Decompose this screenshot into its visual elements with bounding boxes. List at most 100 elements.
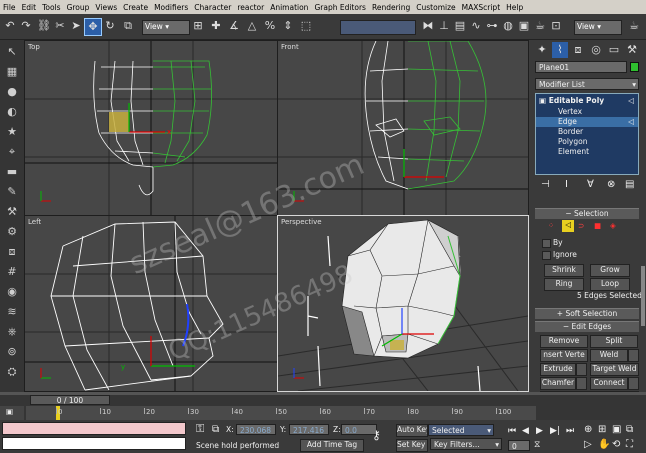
split-button[interactable]: Split [590,335,638,348]
connect-button[interactable]: Connect [590,377,628,390]
pen-icon[interactable]: ✎ [4,184,20,200]
connect-settings-button[interactable] [628,377,639,390]
edit-edges-rollout-header[interactable]: − Edit Edges [535,321,639,332]
grow-button[interactable]: Grow [590,264,630,277]
menu-views[interactable]: Views [92,3,120,12]
maxscript-listener-bottom[interactable] [2,437,186,450]
align-icon[interactable]: ⊥ [436,18,452,34]
stack-item-edge[interactable]: Edge [536,117,638,127]
absolute-mode-icon[interactable]: ⧉ [212,424,219,435]
select-object-icon[interactable]: ➤ [68,18,84,34]
target-weld-button[interactable]: Target Weld [590,363,639,376]
menu-animation[interactable]: Animation [267,3,311,12]
extrude-button[interactable]: Extrude [540,363,576,376]
select-move-icon[interactable]: ✥ [84,18,102,36]
sphere-icon[interactable]: ● [4,84,20,100]
hierarchy-icon[interactable]: ⧈ [4,244,20,260]
pointer-icon[interactable]: ↖ [4,44,20,60]
layer-manager-icon[interactable]: ▤ [452,18,468,34]
box-icon[interactable]: ▦ [4,64,20,80]
menu-customize[interactable]: Customize [413,3,458,12]
stack-item-vertex[interactable]: Vertex [558,107,582,116]
space-warp-icon[interactable]: ≋ [4,304,20,320]
named-selection-icon[interactable]: ⬚ [298,18,314,34]
ignore-backfacing-checkbox[interactable] [542,251,551,260]
loop-button[interactable]: Loop [590,278,630,291]
next-frame-icon[interactable]: ▶| [550,426,560,436]
modify-tab-icon[interactable]: ⌇ [552,42,568,58]
border-mode-icon[interactable]: ⊃ [578,221,584,230]
quick-render-icon[interactable]: ☕ [532,18,548,34]
go-to-start-icon[interactable]: ⏮ [508,426,516,436]
remove-button[interactable]: Remove [540,335,588,348]
insert-vertex-button[interactable]: nsert Verte [540,349,588,362]
modifier-list-dropdown[interactable]: Modifier List ▾ [535,78,639,90]
pivot-center-icon[interactable]: ⊞ [190,18,206,34]
element-mode-icon[interactable]: ◈ [610,221,616,230]
light-icon[interactable]: ◐ [4,104,20,120]
helper-icon[interactable]: ⌖ [4,144,20,160]
system-icon[interactable]: ⎈ [4,324,20,340]
time-slider[interactable]: 0 / 100 [30,395,110,405]
selection-rollout-header[interactable]: − Selection [535,208,639,219]
configure-sets-icon[interactable]: ▤ [625,179,634,190]
field-of-view-icon[interactable]: ▷ [584,439,592,450]
x-coordinate-input[interactable]: 230.068 [236,424,276,435]
gear-icon[interactable]: ⚙ [4,224,20,240]
display-tab-icon[interactable]: ▭ [606,42,622,58]
lock-selection-icon[interactable]: ⚿ [196,422,204,436]
maxscript-listener-top[interactable] [2,422,186,435]
menu-create[interactable]: Create [120,3,151,12]
menu-help[interactable]: Help [503,3,526,12]
menu-reactor[interactable]: reactor [234,3,267,12]
show-end-result-icon[interactable]: Ⅰ [565,179,568,190]
make-unique-icon[interactable]: ∀ [587,179,594,190]
auto-key-button[interactable]: Auto Key [396,424,428,437]
select-manipulate-icon[interactable]: ✚ [208,18,224,34]
hierarchy-tab-icon[interactable]: ⧈ [570,42,586,58]
stack-item-element[interactable]: Element [558,147,589,156]
utilities-tab-icon[interactable]: ⚒ [624,42,640,58]
ring-button[interactable]: Ring [544,278,584,291]
grid-icon[interactable]: # [4,264,20,280]
key-filters-button[interactable]: Key Filters... ▾ [430,438,502,450]
menu-graph-editors[interactable]: Graph Editors [311,3,369,12]
key-selection-dropdown[interactable]: Selected ▾ [428,424,494,436]
menu-modifiers[interactable]: Modifiers [151,3,191,12]
undo-icon[interactable]: ↶ [2,18,18,34]
viewport-label-front[interactable]: Front [281,43,299,51]
unlink-icon[interactable]: ✂ [52,18,68,34]
create-tab-icon[interactable]: ✦ [534,42,550,58]
soft-selection-rollout-header[interactable]: + Soft Selection [535,308,639,319]
stack-root[interactable]: ▣ Editable Poly [539,96,604,105]
viewport-label-perspective[interactable]: Perspective [281,218,322,226]
orbit-icon[interactable]: ⟲ [612,439,620,450]
zoom-extents-icon[interactable]: ▣ [612,424,621,435]
zoom-extents-all-icon[interactable]: ⧉ [626,424,633,435]
select-link-icon[interactable]: ⛓ [36,18,52,34]
viewport-label-left[interactable]: Left [28,218,41,226]
schematic-view-icon[interactable]: ⊶ [484,18,500,34]
edge-mode-icon[interactable]: ◁ [562,220,574,232]
viewport-top[interactable]: x Top [25,41,277,215]
by-vertex-checkbox[interactable] [542,239,551,248]
go-to-end-icon[interactable]: ⏭ [566,426,574,436]
add-time-tag-button[interactable]: Add Time Tag [300,439,364,452]
camera-icon[interactable]: ◉ [4,284,20,300]
weld-button[interactable]: Weld [590,349,628,362]
menu-file[interactable]: File [0,3,19,12]
chamfer-button[interactable]: Chamfer [540,377,576,390]
mirror-icon[interactable]: ⧓ [420,18,436,34]
render-type-icon[interactable]: ⊡ [548,18,564,34]
zoom-all-icon[interactable]: ⊞ [598,424,606,435]
play-icon[interactable]: ▶ [536,426,543,436]
reference-coordinate-combo[interactable]: View ▾ [142,20,190,35]
menu-character[interactable]: Character [191,3,234,12]
chamfer-settings-button[interactable] [576,377,587,390]
maximize-viewport-icon[interactable]: ⛶ [626,439,633,450]
track-bar-toggle[interactable]: ▣ [0,406,24,420]
pan-icon[interactable]: ✋ [598,439,610,450]
previous-frame-icon[interactable]: ◀ [522,426,529,436]
set-key-button[interactable]: Set Key [396,439,428,452]
shrink-button[interactable]: Shrink [544,264,584,277]
